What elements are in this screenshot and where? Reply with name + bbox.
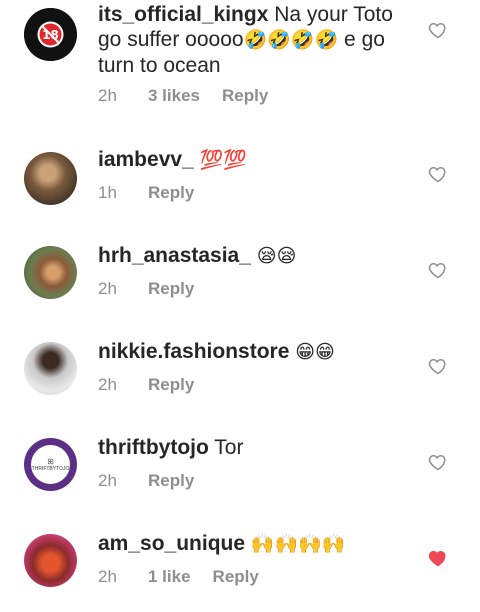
avatar[interactable]: 18 [24, 8, 77, 61]
comment-text: go suffer ooooo [98, 28, 244, 51]
comment-emoji: 😁😁 [295, 341, 335, 363]
comment-emoji: 💯💯 [199, 149, 247, 171]
comment-text: Na your Toto [274, 3, 393, 26]
reply-button[interactable]: Reply [148, 471, 194, 491]
comment-username[interactable]: iambevv_ [98, 148, 194, 171]
reply-button[interactable]: Reply [222, 86, 268, 106]
comment-time: 2h [98, 567, 117, 586]
heart-icon[interactable] [428, 452, 448, 472]
reply-button[interactable]: Reply [213, 567, 259, 587]
reply-button[interactable]: Reply [148, 183, 194, 203]
heart-icon[interactable] [428, 20, 448, 40]
heart-icon[interactable] [428, 164, 448, 184]
comment-emoji: 😪😪 [256, 245, 297, 267]
comment-username[interactable]: nikkie.fashionstore [98, 340, 289, 363]
comment-emoji: 🙌🙌🙌🙌 [250, 533, 346, 555]
heart-icon[interactable] [428, 548, 448, 568]
comment-meta: 1h Reply [98, 183, 194, 203]
comment-meta: 2h Reply [98, 375, 194, 395]
comment-username[interactable]: hrh_anastasia_ [98, 244, 251, 267]
comment-emoji: 🤣🤣🤣🤣 [243, 29, 339, 51]
18-plus-badge-icon: 18 [24, 8, 77, 61]
comment-time: 2h [98, 86, 117, 105]
comment-likes[interactable]: 1 like [148, 567, 191, 587]
comment-meta: 2h 1 like Reply [98, 567, 259, 587]
comment-meta: 2h Reply [98, 279, 194, 299]
avatar[interactable] [24, 534, 77, 587]
avatar[interactable] [24, 246, 77, 299]
avatar[interactable]: ⊞ THRIFTBYTOJO [24, 438, 77, 491]
heart-icon[interactable] [428, 260, 448, 280]
avatar[interactable] [24, 152, 77, 205]
comment-text: Tor [214, 436, 244, 459]
comment-time: 1h [98, 183, 117, 202]
comment-text: e go [338, 28, 385, 51]
avatar-logo: ⊞ THRIFTBYTOJO [31, 445, 70, 484]
comment-meta: 2h Reply [98, 471, 194, 491]
heart-icon[interactable] [428, 356, 448, 376]
comment-username[interactable]: its_official_kingx [98, 3, 268, 26]
comment-likes[interactable]: 3 likes [148, 86, 200, 106]
comment-time: 2h [98, 471, 117, 490]
avatar-logo-text: THRIFTBYTOJO [31, 466, 70, 472]
reply-button[interactable]: Reply [148, 279, 194, 299]
avatar[interactable] [24, 342, 77, 395]
grid-icon: ⊞ [47, 457, 54, 466]
comment-meta: 2h 3 likes Reply [98, 86, 268, 106]
comment-username[interactable]: thriftbytojo [98, 436, 209, 459]
comment-time: 2h [98, 279, 117, 298]
comment-text: turn to ocean [98, 54, 221, 77]
reply-button[interactable]: Reply [148, 375, 194, 395]
comment-username[interactable]: am_so_unique [98, 532, 245, 555]
comment-time: 2h [98, 375, 117, 394]
comments-list: 18 its_official_kingx Na your Toto go su… [0, 0, 480, 612]
